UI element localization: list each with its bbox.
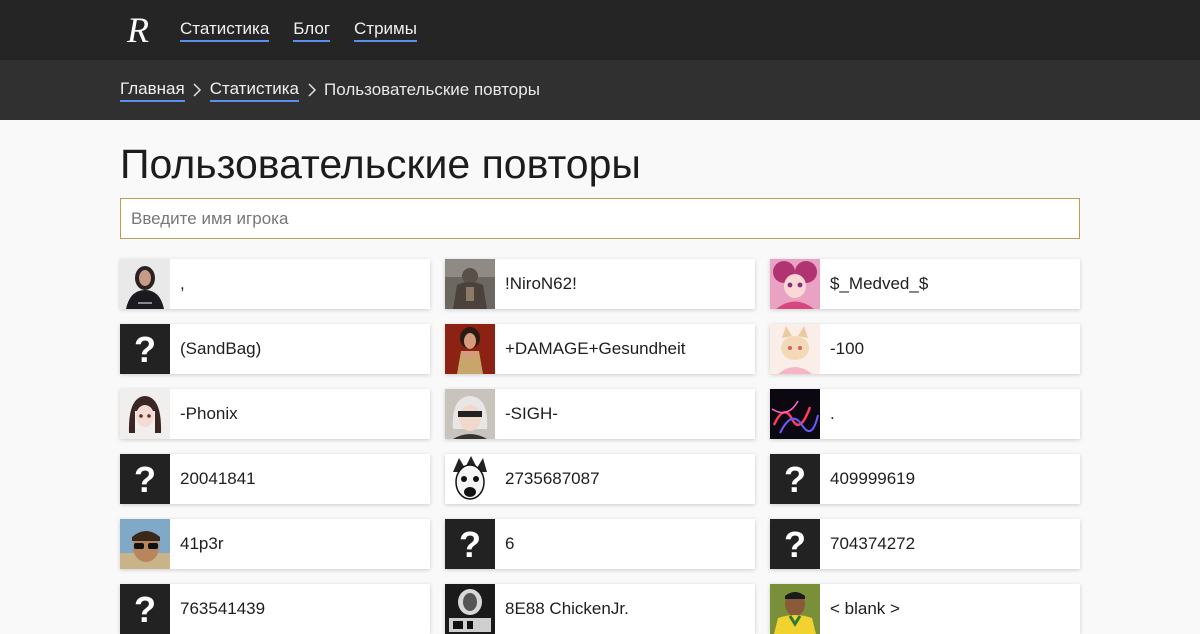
player-card[interactable]: -100 xyxy=(770,324,1080,374)
page-title: Пользовательские повторы xyxy=(120,141,641,187)
player-name: -100 xyxy=(830,339,865,358)
player-name: $_Medved_$ xyxy=(830,274,929,293)
player-card[interactable]: 41p3r xyxy=(120,519,430,569)
breadcrumb-current: Пользовательские повторы xyxy=(324,80,540,99)
player-avatar xyxy=(770,389,820,439)
player-name: 2735687087 xyxy=(505,469,600,488)
main-nav: Статистика Блог Стримы xyxy=(180,0,441,60)
player-avatar xyxy=(445,324,495,374)
player-name: 41p3r xyxy=(180,534,224,553)
svg-text:?: ? xyxy=(134,329,156,370)
player-card[interactable]: ? 6 xyxy=(445,519,755,569)
player-card[interactable]: , xyxy=(120,259,430,309)
unknown-avatar-question-icon: ? xyxy=(770,454,820,504)
site-logo[interactable]: R xyxy=(124,10,154,50)
player-name: 704374272 xyxy=(830,534,916,553)
top-navbar: R Статистика Блог Стримы xyxy=(0,0,1200,60)
player-search-input[interactable] xyxy=(120,198,1080,239)
player-name: -Phonix xyxy=(180,404,238,423)
chevron-right-icon xyxy=(185,80,210,100)
player-name: !NiroN62! xyxy=(505,274,577,293)
player-avatar xyxy=(120,389,170,439)
nav-link-blog[interactable]: Блог xyxy=(293,19,331,42)
player-avatar xyxy=(445,389,495,439)
player-name: 409999619 xyxy=(830,469,916,488)
player-name: 8E88 ChickenJr. xyxy=(505,599,629,618)
player-card[interactable]: ? 409999619 xyxy=(770,454,1080,504)
player-name: +DAMAGE+Gesundheit xyxy=(505,339,686,358)
player-card[interactable]: +DAMAGE+Gesundheit xyxy=(445,324,755,374)
svg-text:?: ? xyxy=(459,524,481,565)
main-content: Пользовательские повторы , !NiroN62! $_Med… xyxy=(120,120,1080,634)
breadcrumb-stats-link[interactable]: Статистика xyxy=(209,79,300,102)
breadcrumb: Главная Статистика Пользовательские повт… xyxy=(0,60,1200,120)
players-grid: , !NiroN62! $_Medved_$? (SandBag) +DAMAGE+Ge… xyxy=(120,259,1080,634)
svg-text:?: ? xyxy=(784,524,806,565)
player-name: 6 xyxy=(505,534,515,553)
player-avatar xyxy=(120,519,170,569)
player-name: < blank > xyxy=(830,599,900,618)
nav-link-statistics[interactable]: Статистика xyxy=(180,19,270,42)
svg-text:?: ? xyxy=(134,459,156,500)
player-card[interactable]: 8E88 ChickenJr. xyxy=(445,584,755,634)
player-name: -SIGH- xyxy=(505,404,558,423)
player-card[interactable]: 2735687087 xyxy=(445,454,755,504)
unknown-avatar-question-icon: ? xyxy=(120,584,170,634)
player-card[interactable]: ? 763541439 xyxy=(120,584,430,634)
unknown-avatar-question-icon: ? xyxy=(445,519,495,569)
player-name: (SandBag) xyxy=(180,339,262,358)
player-avatar xyxy=(770,259,820,309)
player-avatar xyxy=(770,324,820,374)
player-card[interactable]: ? (SandBag) xyxy=(120,324,430,374)
player-name: 763541439 xyxy=(180,599,266,618)
svg-text:R: R xyxy=(126,10,149,50)
player-name: . xyxy=(830,404,835,423)
player-avatar xyxy=(120,259,170,309)
unknown-avatar-question-icon: ? xyxy=(770,519,820,569)
unknown-avatar-question-icon: ? xyxy=(120,324,170,374)
player-card[interactable]: -SIGH- xyxy=(445,389,755,439)
unknown-avatar-question-icon: ? xyxy=(120,454,170,504)
nav-link-streams[interactable]: Стримы xyxy=(354,19,417,42)
player-card[interactable]: !NiroN62! xyxy=(445,259,755,309)
player-avatar xyxy=(445,584,495,634)
player-name: 20041841 xyxy=(180,469,256,488)
svg-text:?: ? xyxy=(784,459,806,500)
chevron-right-icon xyxy=(299,80,324,100)
player-avatar xyxy=(445,259,495,309)
player-card[interactable]: < blank > xyxy=(770,584,1080,634)
player-card[interactable]: ? 704374272 xyxy=(770,519,1080,569)
breadcrumb-home-link[interactable]: Главная xyxy=(120,79,185,102)
player-card[interactable]: . xyxy=(770,389,1080,439)
player-name: , xyxy=(180,274,185,293)
player-avatar xyxy=(770,584,820,634)
player-card[interactable]: $_Medved_$ xyxy=(770,259,1080,309)
player-card[interactable]: -Phonix xyxy=(120,389,430,439)
player-avatar xyxy=(445,454,495,504)
player-card[interactable]: ? 20041841 xyxy=(120,454,430,504)
svg-text:?: ? xyxy=(134,589,156,630)
